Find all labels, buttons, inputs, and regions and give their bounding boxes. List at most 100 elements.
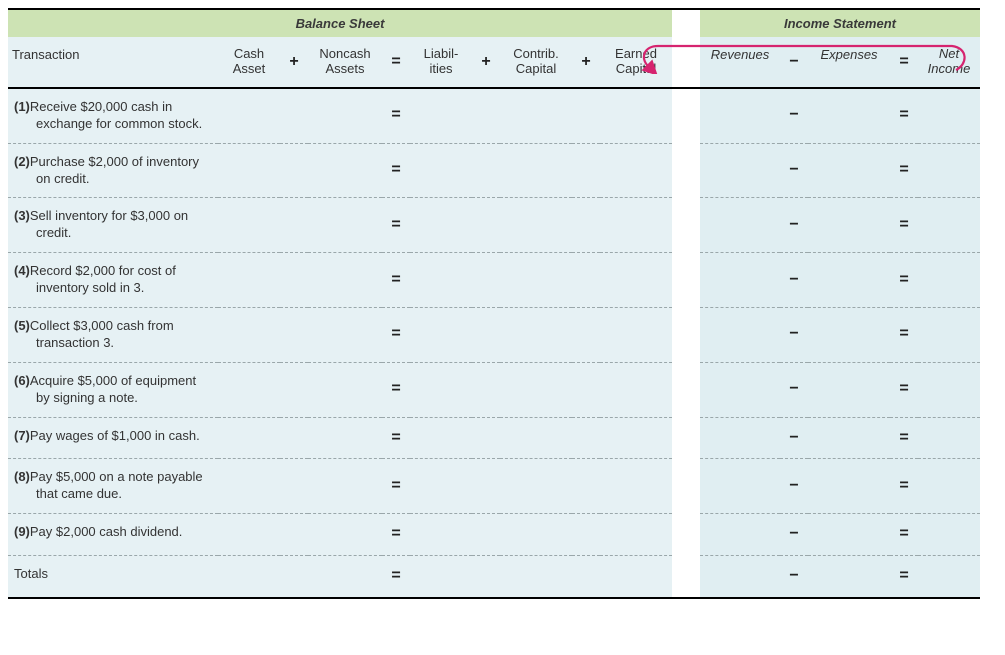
cell-expenses: [808, 418, 890, 460]
cell-op: [572, 459, 600, 514]
cell-net-income: [918, 198, 980, 253]
cell-contrib: [500, 514, 572, 556]
section-gap: [672, 308, 700, 363]
col-earned-capital: EarnedCapital: [600, 37, 672, 89]
col-cash-asset-l1: Cash: [234, 47, 264, 62]
cell-earned: [600, 418, 672, 460]
section-gap: [672, 556, 700, 599]
col-cash-asset: CashAsset: [218, 37, 280, 89]
cell-op-equals-is: =: [890, 418, 918, 460]
cell-op-equals: =: [382, 514, 410, 556]
col-noncash-assets: NoncashAssets: [308, 37, 382, 89]
cell-noncash: [308, 308, 382, 363]
cell-noncash: [308, 253, 382, 308]
section-gap: [672, 253, 700, 308]
cell-op: [472, 459, 500, 514]
cell-revenues: [700, 308, 780, 363]
cell-revenues: [700, 253, 780, 308]
cell-cash-asset: [218, 89, 280, 144]
cell-cash-asset: [218, 556, 280, 599]
col-earned-l1: Earned: [615, 47, 657, 62]
col-expenses-label: Expenses: [820, 47, 877, 62]
cell-revenues: [700, 363, 780, 418]
cell-liab: [410, 308, 472, 363]
cell-net-income: [918, 253, 980, 308]
cell-expenses: [808, 308, 890, 363]
col-contrib-l1: Contrib.: [513, 47, 559, 62]
table-row-transaction: (9)Pay $2,000 cash dividend.: [8, 514, 218, 556]
cell-expenses: [808, 556, 890, 599]
cell-op: [572, 418, 600, 460]
cell-earned: [600, 89, 672, 144]
cell-net-income: [918, 418, 980, 460]
cell-liab: [410, 89, 472, 144]
table-row-transaction: (8)Pay $5,000 on a note payable that cam…: [8, 459, 218, 514]
cell-op-minus: −: [780, 89, 808, 144]
cell-op-equals: =: [382, 144, 410, 199]
cell-op-equals: =: [382, 459, 410, 514]
cell-op: [572, 514, 600, 556]
col-contrib-capital: Contrib.Capital: [500, 37, 572, 89]
cell-net-income: [918, 556, 980, 599]
cell-net-income: [918, 514, 980, 556]
cell-liab: [410, 198, 472, 253]
cell-noncash: [308, 363, 382, 418]
cell-op-minus: −: [780, 308, 808, 363]
cell-op: [472, 253, 500, 308]
cell-net-income: [918, 89, 980, 144]
cell-revenues: [700, 198, 780, 253]
section-gap: [672, 459, 700, 514]
table-row-transaction: (3)Sell inventory for $3,000 on credit.: [8, 198, 218, 253]
cell-earned: [600, 144, 672, 199]
col-expenses: Expenses: [808, 37, 890, 89]
cell-expenses: [808, 253, 890, 308]
cell-liab: [410, 556, 472, 599]
cell-expenses: [808, 363, 890, 418]
cell-cash-asset: [218, 253, 280, 308]
cell-op: [280, 418, 308, 460]
cell-op-equals: =: [382, 418, 410, 460]
col-revenues: Revenues: [700, 37, 780, 89]
cell-op-equals: =: [382, 363, 410, 418]
cell-op-equals-is: =: [890, 363, 918, 418]
table-row-transaction: (7)Pay wages of $1,000 in cash.: [8, 418, 218, 460]
cell-op: [472, 198, 500, 253]
cell-op-equals-is: =: [890, 144, 918, 199]
cell-op: [472, 514, 500, 556]
cell-op: [572, 363, 600, 418]
cell-liab: [410, 363, 472, 418]
col-noncash-l1: Noncash: [319, 47, 370, 62]
cell-liab: [410, 459, 472, 514]
cell-earned: [600, 556, 672, 599]
cell-contrib: [500, 418, 572, 460]
cell-earned: [600, 198, 672, 253]
cell-op-equals-is: =: [890, 308, 918, 363]
cell-contrib: [500, 144, 572, 199]
table-row-transaction: (1)Receive $20,000 cash in exchange for …: [8, 89, 218, 144]
col-revenues-label: Revenues: [711, 47, 770, 62]
cell-op-equals: =: [382, 556, 410, 599]
col-net-l1: Net: [939, 47, 959, 62]
cell-op-equals: =: [382, 198, 410, 253]
section-gap: [672, 144, 700, 199]
col-net-income: NetIncome: [918, 37, 980, 89]
cell-op: [280, 459, 308, 514]
cell-earned: [600, 308, 672, 363]
worksheet-table: Balance Sheet Income Statement Transacti…: [8, 8, 998, 599]
col-contrib-l2: Capital: [516, 62, 556, 77]
header-balance-sheet: Balance Sheet: [8, 8, 672, 37]
table-row-transaction: (4)Record $2,000 for cost of inventory s…: [8, 253, 218, 308]
cell-revenues: [700, 144, 780, 199]
cell-contrib: [500, 198, 572, 253]
cell-noncash: [308, 514, 382, 556]
header-income-statement: Income Statement: [700, 8, 980, 37]
section-gap: [672, 37, 700, 89]
cell-op: [572, 198, 600, 253]
cell-op: [572, 89, 600, 144]
cell-op-minus: −: [780, 198, 808, 253]
cell-op-minus: −: [780, 514, 808, 556]
cell-op: [280, 144, 308, 199]
cell-cash-asset: [218, 459, 280, 514]
cell-revenues: [700, 556, 780, 599]
cell-contrib: [500, 363, 572, 418]
